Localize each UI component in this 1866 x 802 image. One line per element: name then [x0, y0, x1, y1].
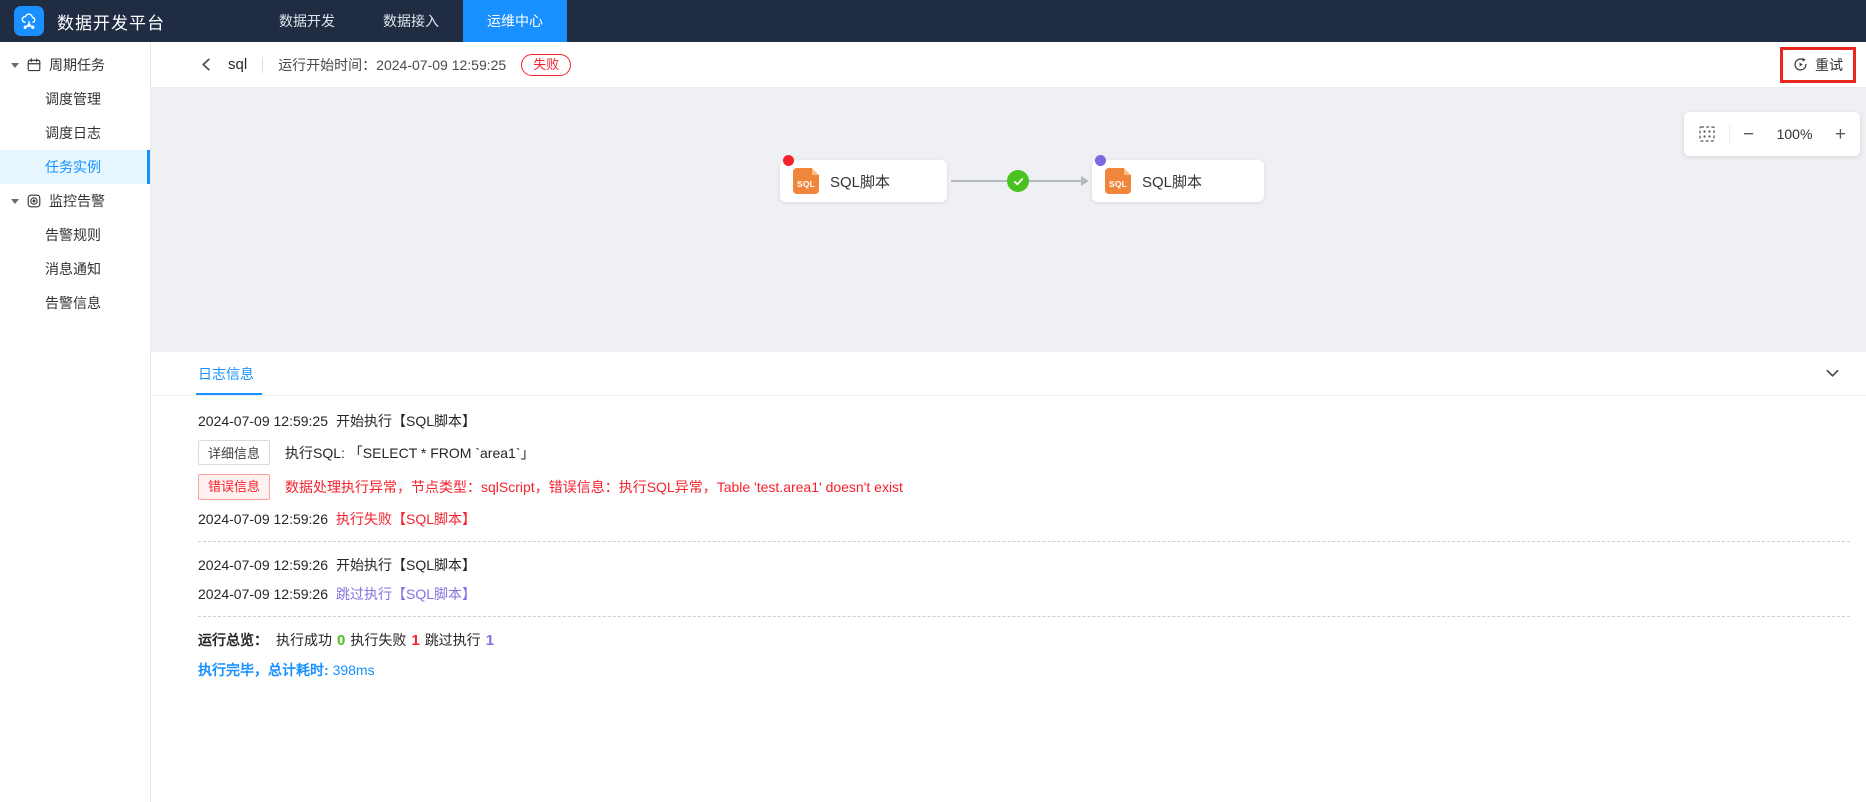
- canvas-zoom-toolbar: − 100% +: [1684, 112, 1860, 156]
- calendar-icon: [26, 57, 42, 73]
- node-label: SQL脚本: [830, 171, 890, 192]
- log-line: 2024-07-09 12:59:25 开始执行【SQL脚本】: [198, 411, 1850, 431]
- sidebar-item-alert-rules[interactable]: 告警规则: [0, 218, 150, 252]
- log-text: 开始执行【SQL脚本】: [336, 411, 476, 431]
- log-timestamp: 2024-07-09 12:59:26: [198, 555, 328, 575]
- sql-icon-text: SQL: [1109, 179, 1127, 189]
- zoom-level: 100%: [1767, 126, 1822, 142]
- sidebar-group-label: 监控告警: [49, 191, 105, 211]
- fit-view-icon[interactable]: [1698, 125, 1716, 143]
- annotation-highlight: 重试: [1780, 47, 1856, 83]
- app-title: 数据开发平台: [57, 9, 165, 34]
- sidebar-item-task-instance[interactable]: 任务实例: [0, 150, 150, 184]
- total-duration: 398ms: [333, 662, 375, 678]
- sidebar-group-label: 周期任务: [49, 55, 105, 75]
- dashed-divider: [198, 616, 1850, 617]
- sidebar-item-message-notify[interactable]: 消息通知: [0, 252, 150, 286]
- summary-skip-count: 1: [486, 632, 494, 649]
- sidebar-group-periodic-tasks[interactable]: 周期任务: [0, 48, 150, 82]
- run-start-time: 运行开始时间：2024-07-09 12:59:25: [278, 55, 506, 75]
- tab-log-info[interactable]: 日志信息: [198, 352, 254, 395]
- app-logo: [14, 6, 44, 36]
- log-skip-text: 跳过执行【SQL脚本】: [336, 584, 476, 604]
- log-sql-text: 执行SQL: 「SELECT * FROM `area1`」: [285, 443, 534, 463]
- summary-fail-count: 1: [411, 632, 419, 649]
- caret-down-icon: [11, 199, 19, 204]
- error-info-badge: 错误信息: [198, 474, 270, 500]
- dag-edge-arrowhead: [1081, 176, 1089, 186]
- top-navbar: 数据开发平台 数据开发 数据接入 运维中心: [0, 0, 1866, 42]
- log-panel: 日志信息 2024-07-09 12:59:25 开始执行【SQL脚本】 详细信…: [151, 352, 1866, 802]
- divider: [262, 57, 263, 73]
- edge-success-check-icon: [1007, 170, 1029, 192]
- retry-icon: [1793, 57, 1808, 72]
- node-label: SQL脚本: [1142, 171, 1202, 192]
- task-name: sql: [228, 56, 247, 73]
- log-line: 2024-07-09 12:59:26 跳过执行【SQL脚本】: [198, 584, 1850, 604]
- zoom-out-button[interactable]: −: [1743, 125, 1754, 144]
- summary-skip-label: 跳过执行: [425, 630, 481, 650]
- error-message-text: 数据处理执行异常，节点类型：sqlScript，错误信息：执行SQL异常，Tab…: [285, 477, 903, 497]
- chevron-down-icon[interactable]: [1825, 366, 1840, 381]
- log-body: 2024-07-09 12:59:25 开始执行【SQL脚本】 详细信息 执行S…: [151, 396, 1866, 680]
- log-timestamp: 2024-07-09 12:59:26: [198, 584, 328, 604]
- nav-tab-data-ingest[interactable]: 数据接入: [359, 0, 463, 42]
- detail-info-button[interactable]: 详细信息: [198, 440, 270, 465]
- sidebar: 周期任务 调度管理 调度日志 任务实例 监控告警 告警规则 消息通知 告警信息: [0, 42, 151, 802]
- sidebar-item-schedule-mgmt[interactable]: 调度管理: [0, 82, 150, 116]
- dashed-divider: [198, 541, 1850, 542]
- retry-label: 重试: [1815, 55, 1843, 75]
- sidebar-group-monitor-alert[interactable]: 监控告警: [0, 184, 150, 218]
- node-status-dot-skipped: [1095, 155, 1106, 166]
- log-line: 错误信息 数据处理执行异常，节点类型：sqlScript，错误信息：执行SQL异…: [198, 474, 1850, 500]
- log-line: 2024-07-09 12:59:26 开始执行【SQL脚本】: [198, 555, 1850, 575]
- log-tabbar: 日志信息: [151, 352, 1866, 396]
- status-badge: 失败: [521, 54, 571, 76]
- sql-icon-text: SQL: [797, 179, 815, 189]
- log-timestamp: 2024-07-09 12:59:25: [198, 411, 328, 431]
- execution-finished-line: 执行完毕，总计耗时: 398ms: [198, 660, 1850, 680]
- summary-fail-label: 执行失败: [350, 630, 406, 650]
- app-window: 数据开发平台 数据开发 数据接入 运维中心 周期任务 调度管理 调度日志 任务实…: [0, 0, 1866, 802]
- back-icon[interactable]: [199, 57, 215, 73]
- node-status-dot-failed: [783, 155, 794, 166]
- retry-button[interactable]: 重试: [1793, 55, 1843, 75]
- sql-file-icon: SQL: [793, 168, 819, 194]
- log-text: 开始执行【SQL脚本】: [336, 555, 476, 575]
- summary-success-label: 执行成功: [276, 630, 332, 650]
- cloud-network-icon: [19, 11, 39, 31]
- dag-canvas[interactable]: − 100% + SQL SQL脚本: [151, 88, 1866, 352]
- log-line: 2024-07-09 12:59:26 执行失败【SQL脚本】: [198, 509, 1850, 529]
- top-nav-tabs: 数据开发 数据接入 运维中心: [255, 0, 567, 42]
- log-fail-text: 执行失败【SQL脚本】: [336, 509, 476, 529]
- divider: [1729, 125, 1730, 143]
- log-timestamp: 2024-07-09 12:59:26: [198, 509, 328, 529]
- nav-tab-ops-center[interactable]: 运维中心: [463, 0, 567, 42]
- nav-tab-data-dev[interactable]: 数据开发: [255, 0, 359, 42]
- dag-node-sql-2[interactable]: SQL SQL脚本: [1092, 160, 1264, 202]
- summary-label: 运行总览：: [198, 630, 268, 650]
- sidebar-item-schedule-log[interactable]: 调度日志: [0, 116, 150, 150]
- sidebar-item-alert-info[interactable]: 告警信息: [0, 286, 150, 320]
- zoom-in-button[interactable]: +: [1835, 125, 1846, 144]
- log-line: 详细信息 执行SQL: 「SELECT * FROM `area1`」: [198, 440, 1850, 465]
- finished-label: 执行完毕，总计耗时:: [198, 662, 329, 678]
- main-content: sql 运行开始时间：2024-07-09 12:59:25 失败 重试: [151, 42, 1866, 802]
- summary-success-count: 0: [337, 632, 345, 649]
- monitor-icon: [26, 193, 42, 209]
- dag-node-sql-1[interactable]: SQL SQL脚本: [780, 160, 947, 202]
- instance-header: sql 运行开始时间：2024-07-09 12:59:25 失败 重试: [151, 42, 1866, 88]
- sql-file-icon: SQL: [1105, 168, 1131, 194]
- caret-down-icon: [11, 63, 19, 68]
- run-summary: 运行总览： 执行成功 0 执行失败 1 跳过执行 1: [198, 630, 1850, 650]
